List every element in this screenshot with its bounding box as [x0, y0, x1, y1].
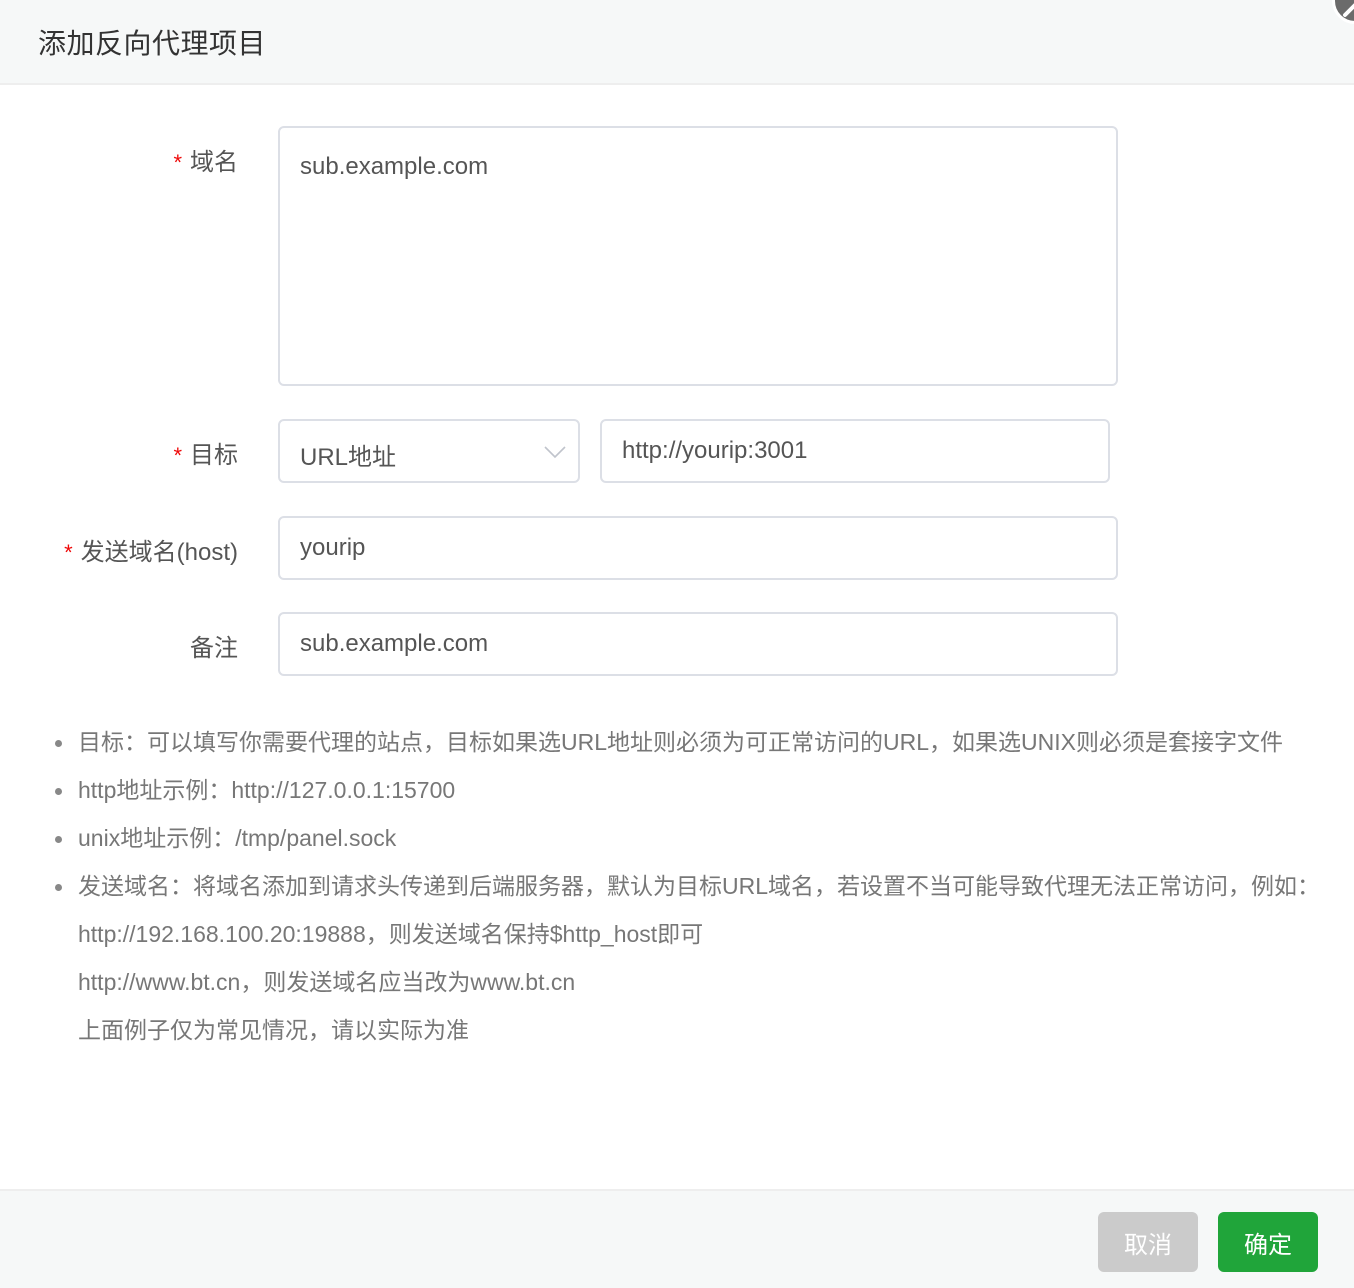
chevron-down-icon	[544, 446, 566, 459]
target-url-input[interactable]	[600, 419, 1110, 483]
help-tips: 目标：可以填写你需要代理的站点，目标如果选URL地址则必须为可正常访问的URL，…	[52, 718, 1332, 1054]
dialog-title: 添加反向代理项目	[38, 28, 267, 59]
close-icon	[1343, 3, 1354, 17]
target-type-select[interactable]: URL地址	[278, 419, 580, 483]
tip-item: unix地址示例：/tmp/panel.sock	[52, 814, 1332, 862]
target-label: * 目标	[173, 442, 238, 469]
dialog-header: 添加反向代理项目	[0, 0, 1354, 85]
tip-example: http://192.168.100.20:19888，则发送域名保持$http…	[78, 921, 704, 947]
domain-label: * 域名	[173, 149, 238, 176]
send-host-input[interactable]	[278, 516, 1118, 580]
target-type-value: URL地址	[300, 444, 397, 471]
tip-item: 目标：可以填写你需要代理的站点，目标如果选URL地址则必须为可正常访问的URL，…	[52, 718, 1332, 766]
confirm-button[interactable]: 确定	[1218, 1212, 1318, 1272]
remark-label: 备注	[190, 635, 238, 662]
tip-item: 发送域名：将域名添加到请求头传递到后端服务器，默认为目标URL域名，若设置不当可…	[52, 862, 1332, 910]
required-mark: *	[173, 443, 182, 468]
required-mark: *	[173, 150, 182, 175]
dialog-footer: 取消 确定	[0, 1189, 1354, 1288]
tip-example: 上面例子仅为常见情况，请以实际为准	[78, 1017, 469, 1043]
send-host-label: * 发送域名(host)	[64, 539, 238, 566]
tip-example: http://www.bt.cn，则发送域名应当改为www.bt.cn	[78, 969, 576, 995]
tip-item: http地址示例：http://127.0.0.1:15700	[52, 766, 1332, 814]
domain-textarea[interactable]	[278, 126, 1118, 386]
required-mark: *	[64, 540, 73, 565]
remark-input[interactable]	[278, 612, 1118, 676]
cancel-button[interactable]: 取消	[1098, 1212, 1198, 1272]
